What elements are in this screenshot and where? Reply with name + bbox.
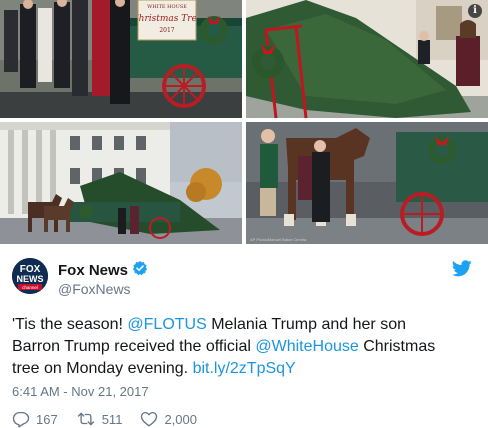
avatar-text-mid: NEWS bbox=[17, 274, 44, 284]
sign-line-3: 2017 bbox=[159, 27, 174, 34]
info-icon[interactable]: i bbox=[468, 4, 482, 18]
reply-count: 167 bbox=[36, 411, 58, 427]
reply-button[interactable]: 167 bbox=[12, 410, 58, 428]
tweet-text: 'Tis the season! @FLOTUS Melania Trump a… bbox=[12, 314, 452, 380]
tweet-text-part: 'Tis the season! bbox=[12, 316, 128, 333]
wagon-sign: WHITE HOUSE Christmas Tree 2017 bbox=[138, 4, 196, 34]
like-count: 2,000 bbox=[164, 411, 197, 427]
photo-credit: AP Photo/Manuel Balce Ceneta bbox=[250, 237, 307, 242]
reply-icon bbox=[12, 411, 30, 428]
retweet-icon bbox=[77, 412, 94, 426]
retweet-button[interactable]: 511 bbox=[76, 410, 123, 428]
author-handle[interactable]: @FoxNews bbox=[58, 281, 131, 297]
tweet-media-grid: WHITE HOUSE Christmas Tree 2017 bbox=[0, 0, 488, 244]
photo-tree-on-wagon[interactable]: i bbox=[246, 0, 488, 118]
like-icon bbox=[141, 411, 158, 427]
tweet-timestamp[interactable]: 6:41 AM - Nov 21, 2017 bbox=[12, 384, 149, 399]
photo-white-house[interactable] bbox=[0, 122, 242, 244]
avatar[interactable]: FOX NEWS channel bbox=[12, 258, 48, 294]
verified-badge-icon bbox=[132, 260, 148, 281]
mention-flotus[interactable]: @FLOTUS bbox=[127, 316, 206, 333]
mention-whitehouse[interactable]: @WhiteHouse bbox=[255, 338, 358, 355]
author-name-row[interactable]: Fox News bbox=[58, 260, 148, 281]
twitter-bird-icon[interactable] bbox=[451, 260, 472, 282]
photo-horses[interactable]: AP Photo/Manuel Balce Ceneta bbox=[246, 122, 488, 244]
like-button[interactable]: 2,000 bbox=[140, 410, 197, 428]
tweet-link[interactable]: bit.ly/2zTpSqY bbox=[193, 360, 296, 377]
tweet-actions: 167 511 2,000 bbox=[12, 410, 215, 428]
photo-wagon-sign[interactable]: WHITE HOUSE Christmas Tree 2017 bbox=[0, 0, 242, 118]
retweet-count: 511 bbox=[101, 411, 123, 427]
tweet-header: FOX NEWS channel Fox News @FoxNews bbox=[12, 256, 476, 302]
sign-line-2: Christmas Tree bbox=[138, 14, 196, 24]
avatar-text-bottom: channel bbox=[22, 285, 38, 290]
sign-line-1: WHITE HOUSE bbox=[147, 4, 187, 10]
author-name[interactable]: Fox News bbox=[58, 262, 128, 279]
